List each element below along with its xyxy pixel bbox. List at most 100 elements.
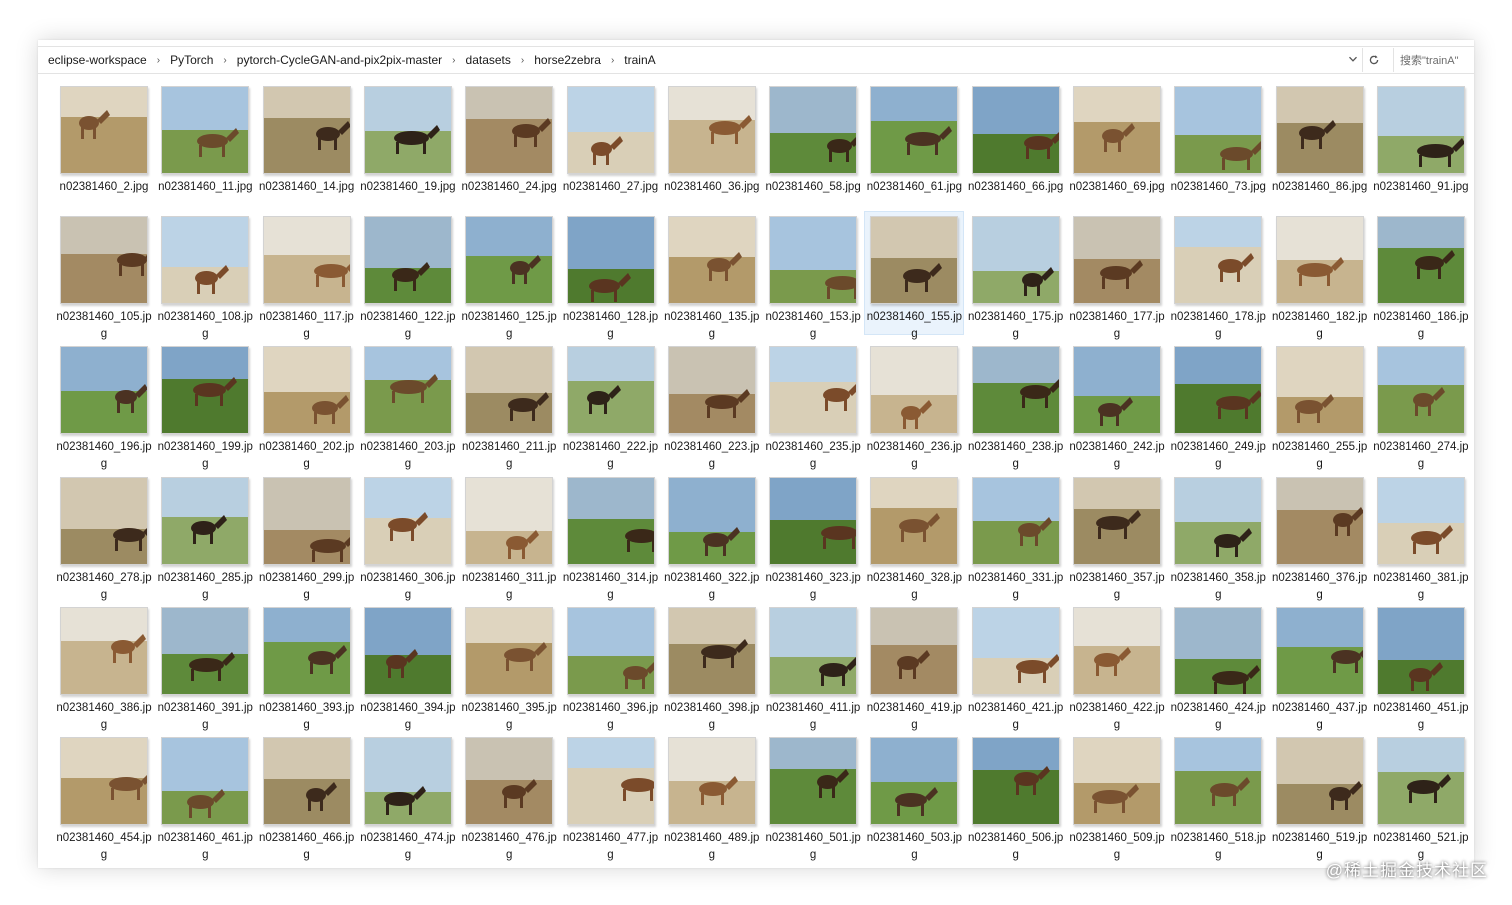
file-item[interactable]: n02381460_411.jpg bbox=[764, 603, 862, 731]
file-item[interactable]: n02381460_396.jpg bbox=[562, 603, 660, 731]
file-item[interactable]: n02381460_203.jpg bbox=[359, 342, 457, 470]
file-thumbnail bbox=[465, 346, 554, 435]
file-thumbnail bbox=[1174, 346, 1263, 435]
file-item[interactable]: n02381460_182.jpg bbox=[1271, 212, 1369, 340]
file-item[interactable]: n02381460_186.jpg bbox=[1372, 212, 1470, 340]
file-item[interactable]: n02381460_249.jpg bbox=[1169, 342, 1267, 470]
file-item[interactable]: n02381460_177.jpg bbox=[1068, 212, 1166, 340]
file-item[interactable]: n02381460_323.jpg bbox=[764, 473, 862, 601]
file-item[interactable]: n02381460_235.jpg bbox=[764, 342, 862, 470]
file-item[interactable]: n02381460_461.jpg bbox=[156, 733, 254, 861]
file-item[interactable]: n02381460_73.jpg bbox=[1169, 82, 1267, 204]
file-thumbnail bbox=[1073, 476, 1161, 565]
file-item[interactable]: n02381460_153.jpg bbox=[764, 212, 862, 340]
file-name: n02381460_135.jpg bbox=[664, 311, 760, 341]
file-item[interactable]: n02381460_69.jpg bbox=[1068, 82, 1166, 204]
file-item[interactable]: n02381460_489.jpg bbox=[663, 733, 761, 861]
file-item[interactable]: n02381460_393.jpg bbox=[258, 603, 356, 731]
file-item[interactable]: n02381460_299.jpg bbox=[258, 473, 356, 601]
file-item[interactable]: n02381460_175.jpg bbox=[967, 212, 1065, 340]
file-item[interactable]: n02381460_2.jpg bbox=[55, 82, 153, 204]
file-item[interactable]: n02381460_202.jpg bbox=[258, 342, 356, 470]
file-item[interactable]: n02381460_395.jpg bbox=[460, 603, 558, 731]
file-thumbnail bbox=[870, 737, 959, 825]
file-item[interactable]: n02381460_135.jpg bbox=[663, 212, 761, 340]
file-item[interactable]: n02381460_314.jpg bbox=[562, 473, 660, 601]
file-item[interactable]: n02381460_278.jpg bbox=[55, 473, 153, 601]
file-item[interactable]: n02381460_61.jpg bbox=[865, 82, 963, 204]
file-item[interactable]: n02381460_27.jpg bbox=[562, 82, 660, 204]
file-item[interactable]: n02381460_86.jpg bbox=[1271, 82, 1369, 204]
file-item[interactable]: n02381460_503.jpg bbox=[865, 733, 963, 861]
file-name: n02381460_393.jpg bbox=[258, 701, 355, 731]
file-item[interactable]: n02381460_386.jpg bbox=[55, 603, 153, 731]
file-item[interactable]: n02381460_331.jpg bbox=[967, 473, 1065, 601]
file-item[interactable]: n02381460_58.jpg bbox=[764, 82, 862, 204]
file-item[interactable]: n02381460_506.jpg bbox=[967, 733, 1065, 861]
file-item[interactable]: n02381460_357.jpg bbox=[1068, 473, 1166, 601]
file-item[interactable]: n02381460_421.jpg bbox=[967, 603, 1065, 731]
file-item[interactable]: n02381460_24.jpg bbox=[460, 82, 558, 204]
file-item[interactable]: n02381460_255.jpg bbox=[1271, 342, 1369, 470]
file-item[interactable]: n02381460_422.jpg bbox=[1068, 603, 1166, 731]
file-thumbnail bbox=[1275, 737, 1364, 825]
file-item[interactable]: n02381460_474.jpg bbox=[359, 733, 457, 861]
file-item[interactable]: n02381460_501.jpg bbox=[764, 733, 862, 861]
file-item[interactable]: n02381460_509.jpg bbox=[1068, 733, 1166, 861]
file-thumbnail bbox=[1376, 606, 1465, 695]
file-item[interactable]: n02381460_394.jpg bbox=[359, 603, 457, 731]
file-item[interactable]: n02381460_125.jpg bbox=[460, 212, 558, 340]
file-item[interactable]: n02381460_19.jpg bbox=[359, 82, 457, 204]
file-item[interactable]: n02381460_223.jpg bbox=[663, 342, 761, 470]
file-item[interactable]: n02381460_322.jpg bbox=[663, 473, 761, 601]
file-item[interactable]: n02381460_274.jpg bbox=[1372, 342, 1470, 470]
file-item[interactable]: n02381460_105.jpg bbox=[55, 212, 153, 340]
file-name: n02381460_105.jpg bbox=[56, 311, 152, 341]
file-item[interactable]: n02381460_328.jpg bbox=[865, 473, 963, 601]
file-item[interactable]: n02381460_155.jpg bbox=[864, 211, 965, 340]
file-item[interactable]: n02381460_476.jpg bbox=[460, 733, 558, 861]
file-item[interactable]: n02381460_454.jpg bbox=[55, 733, 153, 861]
file-name: n02381460_476.jpg bbox=[461, 832, 557, 861]
file-item[interactable]: n02381460_391.jpg bbox=[156, 603, 254, 731]
file-item[interactable]: n02381460_358.jpg bbox=[1169, 473, 1267, 601]
file-item[interactable]: n02381460_36.jpg bbox=[663, 82, 761, 204]
file-item[interactable]: n02381460_521.jpg bbox=[1372, 733, 1470, 861]
file-item[interactable]: n02381460_437.jpg bbox=[1271, 603, 1369, 731]
file-item[interactable]: n02381460_238.jpg bbox=[967, 342, 1065, 470]
file-item[interactable]: n02381460_398.jpg bbox=[663, 603, 761, 731]
file-item[interactable]: n02381460_178.jpg bbox=[1169, 212, 1267, 340]
file-thumbnail bbox=[262, 737, 351, 825]
file-item[interactable]: n02381460_236.jpg bbox=[865, 342, 963, 470]
file-thumbnail bbox=[566, 737, 655, 825]
file-name: n02381460_177.jpg bbox=[1069, 311, 1165, 341]
file-item[interactable]: n02381460_311.jpg bbox=[460, 473, 558, 601]
file-item[interactable]: n02381460_128.jpg bbox=[562, 212, 660, 340]
file-item[interactable]: n02381460_381.jpg bbox=[1372, 473, 1470, 601]
file-item[interactable]: n02381460_211.jpg bbox=[460, 342, 558, 470]
file-item[interactable]: n02381460_66.jpg bbox=[967, 82, 1065, 204]
file-item[interactable]: n02381460_466.jpg bbox=[258, 733, 356, 861]
file-thumbnail bbox=[769, 216, 858, 305]
file-item[interactable]: n02381460_519.jpg bbox=[1271, 733, 1369, 861]
file-item[interactable]: n02381460_14.jpg bbox=[258, 82, 356, 204]
file-item[interactable]: n02381460_477.jpg bbox=[562, 733, 660, 861]
file-item[interactable]: n02381460_108.jpg bbox=[156, 212, 254, 340]
file-item[interactable]: n02381460_199.jpg bbox=[156, 342, 254, 470]
file-thumbnail bbox=[769, 606, 858, 695]
file-item[interactable]: n02381460_424.jpg bbox=[1169, 603, 1267, 731]
file-item[interactable]: n02381460_222.jpg bbox=[562, 342, 660, 470]
file-item[interactable]: n02381460_196.jpg bbox=[55, 342, 153, 470]
file-item[interactable]: n02381460_11.jpg bbox=[156, 82, 254, 204]
file-item[interactable]: n02381460_91.jpg bbox=[1372, 82, 1470, 204]
file-item[interactable]: n02381460_419.jpg bbox=[865, 603, 963, 731]
file-item[interactable]: n02381460_122.jpg bbox=[359, 212, 457, 340]
file-item[interactable]: n02381460_451.jpg bbox=[1372, 603, 1470, 731]
file-item[interactable]: n02381460_518.jpg bbox=[1169, 733, 1267, 861]
file-item[interactable]: n02381460_242.jpg bbox=[1068, 342, 1166, 470]
file-item[interactable]: n02381460_285.jpg bbox=[156, 473, 254, 601]
file-item[interactable]: n02381460_117.jpg bbox=[258, 212, 356, 340]
file-item[interactable]: n02381460_306.jpg bbox=[359, 473, 457, 601]
file-item[interactable]: n02381460_376.jpg bbox=[1271, 473, 1369, 601]
file-thumbnail bbox=[667, 606, 756, 695]
